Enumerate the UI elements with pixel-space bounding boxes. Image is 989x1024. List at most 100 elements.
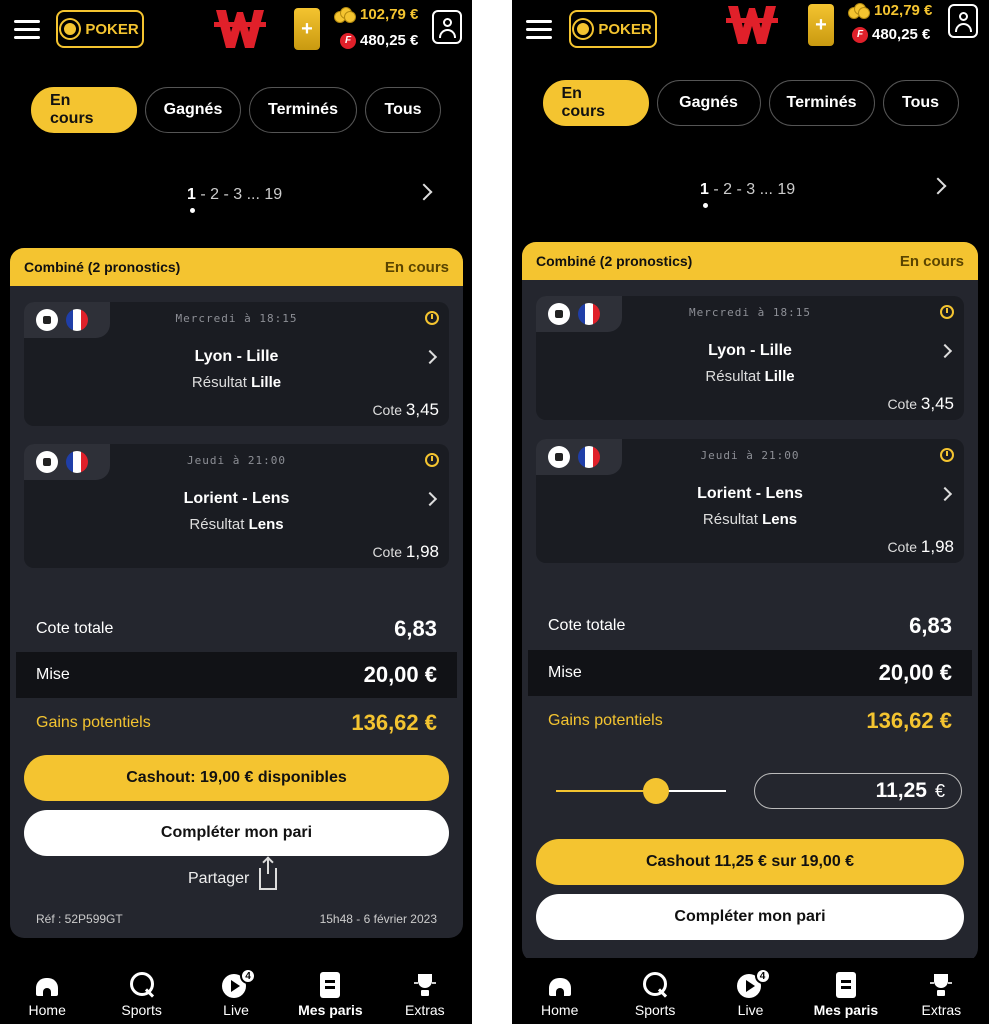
slider-thumb[interactable] [643,778,669,804]
nav-mes-paris[interactable]: Mes paris [283,958,377,1024]
nav-live[interactable]: 4 Live [703,958,798,1024]
screen-bet-details: POKER + 102,79 € F 480,25 € En cours Gag… [0,0,472,1024]
deposit-plus-button[interactable]: + [808,4,834,46]
match-name: Lorient - Lens [183,490,290,507]
bet-status: En cours [899,252,964,270]
complete-bet-button[interactable]: Compléter mon pari [24,810,449,856]
page-others[interactable]: - 2 - 3 ... 19 [196,186,282,203]
tab-tous[interactable]: Tous [882,80,959,126]
tab-gagnes[interactable]: Gagnés [656,80,761,126]
selection-odds: Cote 1,98 [887,537,954,557]
nav-extras[interactable]: Extras [378,958,472,1024]
cashout-button[interactable]: Cashout: 19,00 € disponibles [24,755,449,801]
share-label: Partager [188,870,250,887]
account-button[interactable] [948,4,978,38]
event-time: Mercredi à 18:15 [689,306,811,319]
total-odds-label: Cote totale [548,617,626,634]
poker-button[interactable]: POKER [569,10,657,48]
nav-mes-paris[interactable]: Mes paris [798,958,893,1024]
event-time: Jeudi à 21:00 [700,449,800,462]
bet-card: Combiné (2 pronostics) En cours Mercredi… [522,242,978,962]
nav-sports[interactable]: Sports [607,958,702,1024]
clock-icon [425,453,439,467]
nav-label: Mes paris [813,1002,879,1018]
account-button[interactable] [432,10,462,44]
nav-label: Live [737,1002,764,1018]
share-button[interactable]: Partager [188,858,278,890]
page-others[interactable]: - 2 - 3 ... 19 [709,181,795,198]
pagination: 1 - 2 - 3 ... 19 [187,186,282,204]
search-icon [126,968,158,1000]
tab-en-cours[interactable]: En cours [31,87,137,133]
result-value: Lens [248,516,284,533]
match-name: Lyon - Lille [708,342,792,359]
top-bar: POKER + 102,79 € F 480,25 € [0,0,472,60]
nav-home[interactable]: Home [512,958,607,1024]
gains-label: Gains potentiels [548,712,663,729]
nav-extras[interactable]: Extras [894,958,989,1024]
bet-slip-icon [830,968,862,1000]
page-current[interactable]: 1 [700,181,709,198]
bet-status: En cours [384,258,449,276]
nav-label: Home [28,1002,66,1018]
cashout-button[interactable]: Cashout 11,25 € sur 19,00 € [536,839,964,885]
selection-odds: Cote 3,45 [887,394,954,414]
stake-label: Mise [36,666,70,683]
potential-gains-row: Gains potentiels 136,62 € [16,700,457,746]
stake-row: Mise 20,00 € [16,652,457,698]
poker-chip-icon [61,20,80,38]
poker-button[interactable]: POKER [56,10,144,48]
event-time: Mercredi à 18:15 [175,312,298,325]
poker-label: POKER [85,20,139,38]
tab-en-cours[interactable]: En cours [542,80,649,126]
page-current[interactable]: 1 [187,186,196,203]
coin-balance-value: 102,79 € [874,2,933,19]
poker-label: POKER [598,20,652,38]
home-icon [31,968,63,1000]
nav-label: Sports [121,1002,162,1018]
odds-label: Cote [887,539,918,555]
menu-icon[interactable] [526,20,552,40]
tab-tous[interactable]: Tous [365,87,441,133]
next-page-chevron-icon[interactable] [929,177,947,195]
cashout-slider[interactable] [556,778,726,804]
coin-balance: 102,79 € [334,6,418,23]
bet-selection[interactable]: Jeudi à 21:00 Lorient - Lens Résultat Le… [24,444,449,568]
potential-gains-row: Gains potentiels 136,62 € [528,698,972,744]
match-name: Lyon - Lille [194,348,279,365]
trophy-icon [925,968,957,1000]
tab-termines[interactable]: Terminés [249,87,357,133]
nav-label: Mes paris [298,1002,363,1018]
deposit-plus-button[interactable]: + [294,8,320,50]
clock-icon [940,305,954,319]
tab-termines[interactable]: Terminés [768,80,875,126]
freeroll-icon: F [852,26,868,43]
bet-selection[interactable]: Mercredi à 18:15 Lyon - Lille Résultat L… [24,302,449,426]
result-label: Résultat [705,368,761,385]
nav-home[interactable]: Home [0,958,94,1024]
nav-sports[interactable]: Sports [94,958,188,1024]
odds-label: Cote [372,402,403,418]
gains-value: 136,62 € [866,708,952,733]
bet-selection[interactable]: Mercredi à 18:15 Lyon - Lille Résultat L… [536,296,964,420]
bottom-nav: Home Sports 4 Live Mes paris Extras [0,958,472,1024]
selection-result: Résultat Lens [24,516,449,533]
gains-label: Gains potentiels [36,714,151,731]
nav-label: Extras [404,1002,445,1018]
tab-gagnes[interactable]: Gagnés [145,87,241,133]
stake-value: 20,00 € [363,662,437,687]
menu-icon[interactable] [14,20,40,40]
nav-label: Live [223,1002,249,1018]
nav-live[interactable]: 4 Live [189,958,283,1024]
free-balance-value: 480,25 € [872,26,931,43]
gains-value: 136,62 € [351,710,437,735]
stake-row: Mise 20,00 € [528,650,972,696]
total-odds-label: Cote totale [36,620,114,637]
next-page-chevron-icon[interactable] [415,183,433,201]
currency-symbol: € [934,780,945,801]
stake-label: Mise [548,664,582,681]
cashout-amount-field[interactable]: 11,25 € [754,773,962,809]
bet-selection[interactable]: Jeudi à 21:00 Lorient - Lens Résultat Le… [536,439,964,563]
complete-bet-button[interactable]: Compléter mon pari [536,894,964,940]
nav-label: Extras [921,1002,962,1018]
